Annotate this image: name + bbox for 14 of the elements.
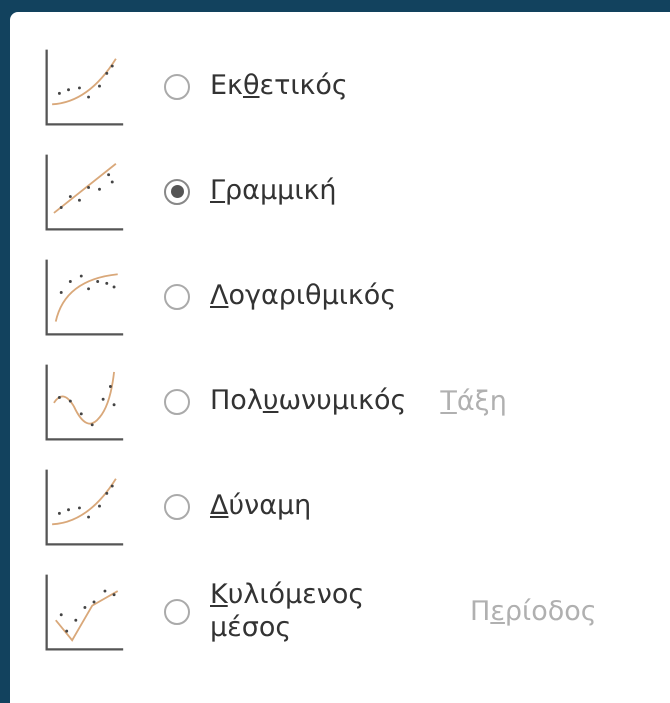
radio-button[interactable]: [164, 178, 190, 204]
trendline-type-label[interactable]: Δύναμη: [210, 490, 312, 523]
trendline-type-label[interactable]: Πολυωνυμικός: [210, 385, 406, 418]
radio-button[interactable]: [164, 284, 190, 310]
trendline-type-label[interactable]: Εκθετικός: [210, 70, 348, 103]
option-label: Περίοδος: [470, 596, 597, 627]
radio-button[interactable]: [164, 494, 190, 520]
trendline-type-label[interactable]: Κυλιόμενος μέσος: [210, 579, 410, 644]
option-label: Τάξη: [440, 386, 507, 417]
trendline-type-label[interactable]: Λογαριθμικός: [210, 280, 396, 313]
radio-button[interactable]: [164, 74, 190, 100]
radio-button[interactable]: [164, 388, 190, 414]
radio-button[interactable]: [164, 598, 190, 624]
trendline-type-label[interactable]: Γραμμική: [210, 175, 337, 208]
